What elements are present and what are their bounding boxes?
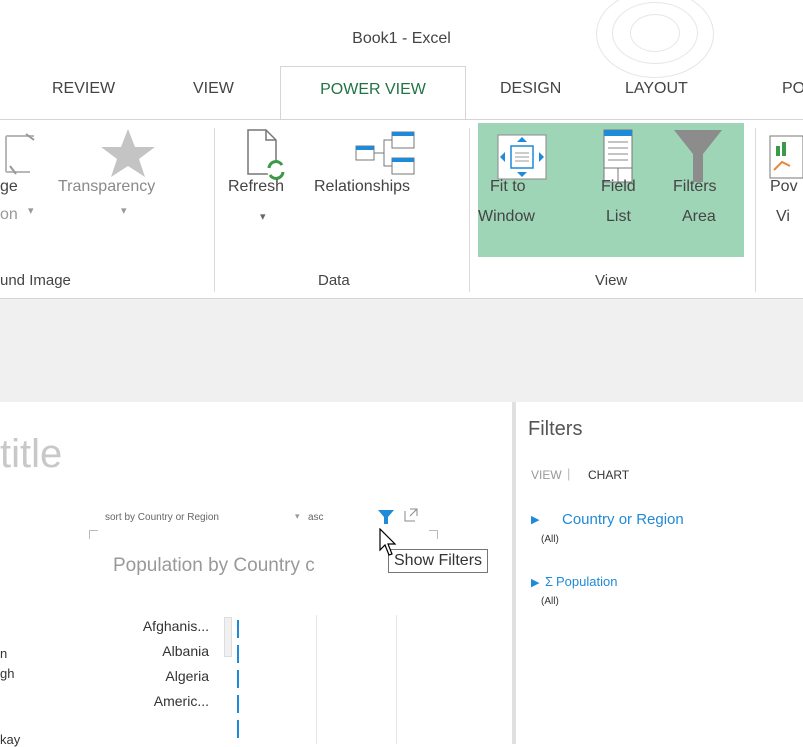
expand-arrow-icon[interactable]: ▶ [531, 513, 539, 526]
category-label: Americ... [153, 693, 209, 709]
tab-view[interactable]: VIEW [193, 80, 234, 98]
category-label: Algeria [165, 668, 209, 684]
show-filters-tooltip: Show Filters [388, 549, 489, 573]
filters-area-line2[interactable]: Area [682, 206, 716, 227]
chevron-down-icon: ▾ [121, 205, 127, 217]
refresh-button[interactable]: Refresh [228, 176, 284, 197]
field-list-line1[interactable]: Field [601, 176, 636, 197]
filter-field-population[interactable]: Population [556, 574, 617, 589]
filter-icon[interactable] [378, 510, 394, 524]
star-icon[interactable] [97, 127, 159, 177]
tab-partial[interactable]: PO [782, 80, 803, 98]
window-title: Book1 - Excel [352, 30, 451, 47]
chart-bar[interactable] [237, 695, 239, 713]
filters-tab-view[interactable]: VIEW [531, 468, 562, 482]
group-separator [755, 128, 756, 292]
chart-bar[interactable] [237, 620, 239, 638]
sort-by-label[interactable]: sort by Country or Region [105, 512, 219, 523]
group-separator [214, 128, 215, 292]
formula-area-band [0, 299, 803, 402]
chevron-down-icon: ▾ [28, 205, 34, 217]
chart-gridline [316, 615, 317, 744]
tab-separator: | [567, 466, 571, 481]
filters-tab-chart[interactable]: CHART [588, 468, 629, 482]
filter-field-value: (All) [541, 534, 559, 545]
category-label: Albania [162, 643, 209, 659]
fit-to-window-line1[interactable]: Fit to [490, 176, 526, 197]
image-position-label[interactable]: on [0, 204, 18, 225]
pop-out-icon[interactable] [404, 508, 418, 522]
sigma-icon: Σ [545, 574, 554, 589]
relationships-button[interactable]: Relationships [314, 176, 410, 197]
partial-label: kay [0, 732, 21, 747]
expand-arrow-icon[interactable]: ▶ [531, 576, 539, 589]
power-view-partial-line2[interactable]: Vi [776, 206, 790, 227]
field-list-line2[interactable]: List [606, 206, 631, 227]
canvas-title-placeholder[interactable]: title [0, 432, 62, 477]
chart-corner-marker [429, 530, 438, 539]
set-image-label: ge [0, 178, 18, 195]
mouse-cursor-icon [379, 527, 399, 558]
partial-label: gh [0, 666, 15, 681]
sort-order-label[interactable]: asc [308, 512, 324, 523]
chart-title: Population by Country c [113, 555, 315, 576]
view-group-label: View [595, 272, 628, 289]
filters-pane-title: Filters [528, 418, 583, 440]
set-image-icon[interactable] [0, 130, 40, 180]
filters-pane [516, 402, 803, 744]
partial-label: n [0, 646, 8, 661]
group-separator [469, 128, 470, 292]
chart-gridline [396, 615, 397, 744]
tab-layout[interactable]: LAYOUT [625, 80, 688, 98]
category-label: Afghanis... [142, 618, 209, 634]
tab-power-view[interactable]: POWER VIEW [280, 66, 466, 120]
background-image-group-label: und Image [0, 272, 71, 289]
fit-to-window-line2[interactable]: Window [478, 206, 535, 227]
chart-scrollbar[interactable] [224, 617, 232, 657]
chevron-down-icon[interactable]: ▾ [260, 210, 266, 223]
transparency-button[interactable]: Transparency [58, 176, 155, 197]
chart-corner-marker [89, 530, 98, 539]
chart-bar[interactable] [237, 670, 239, 688]
data-group-label: Data [318, 272, 350, 289]
sort-dropdown-icon[interactable]: ▾ [295, 511, 300, 522]
power-view-icon[interactable] [766, 134, 803, 180]
title-bar: Book1 - Excel [0, 0, 803, 78]
filter-field-value: (All) [541, 596, 559, 607]
power-view-partial-line1[interactable]: Pov [770, 176, 798, 197]
filters-area-line1[interactable]: Filters [673, 176, 717, 197]
filter-field-country[interactable]: Country or Region [562, 511, 684, 528]
chart-bar[interactable] [237, 645, 239, 663]
tab-review[interactable]: REVIEW [52, 80, 115, 98]
tab-design[interactable]: DESIGN [500, 80, 561, 98]
refresh-icon[interactable] [238, 128, 290, 182]
chart-bar[interactable] [237, 720, 239, 738]
